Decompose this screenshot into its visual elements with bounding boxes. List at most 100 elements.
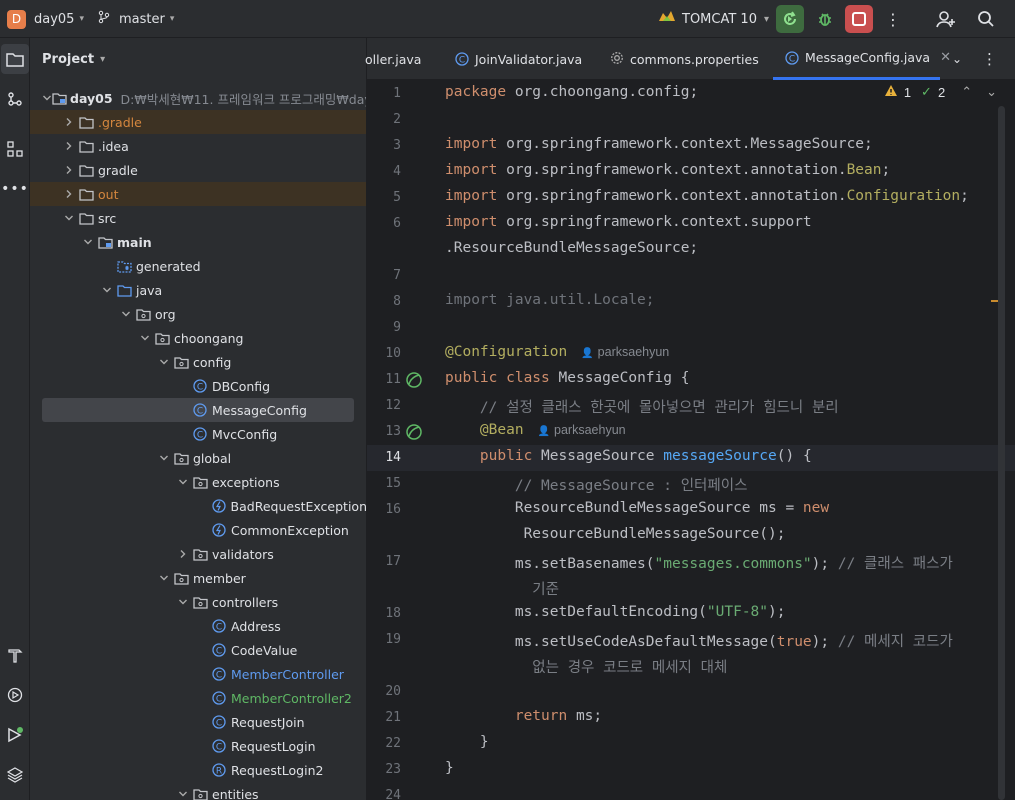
tab-commons-properties[interactable]: commons.properties: [610, 38, 759, 80]
project-tool-button[interactable]: [1, 44, 29, 74]
run-tool-button[interactable]: [0, 720, 30, 750]
commit-tool-button[interactable]: [0, 84, 30, 114]
inspection-widget[interactable]: 1 ✓ 2 ⌃ ⌄: [884, 84, 997, 100]
tree-item-validators[interactable]: validators: [30, 542, 366, 566]
class-icon: C: [191, 402, 209, 418]
chevron-down-icon[interactable]: [80, 237, 96, 247]
code-token: @Configuration: [445, 344, 568, 360]
tree-item-org[interactable]: org: [30, 302, 366, 326]
code-author-hint[interactable]: 👤 parksaehyun: [581, 345, 669, 359]
chevron-down-icon[interactable]: [99, 285, 115, 295]
editor-more-button[interactable]: ⋮: [982, 38, 997, 80]
code-token: );: [811, 634, 838, 650]
chevron-right-icon[interactable]: [61, 117, 77, 127]
chevron-down-icon[interactable]: [156, 573, 172, 583]
tree-item-commonexception[interactable]: CommonException: [30, 518, 366, 542]
debug-button[interactable]: [811, 5, 839, 33]
tree-item-gradle[interactable]: .gradle: [30, 110, 366, 134]
tree-item-main[interactable]: main: [30, 230, 366, 254]
tree-item-requestlogin2[interactable]: R RequestLogin2: [30, 758, 366, 782]
add-user-button[interactable]: [932, 5, 960, 33]
tree-item-entities[interactable]: entities: [30, 782, 366, 800]
chevron-down-icon[interactable]: [118, 309, 134, 319]
chevron-down-icon[interactable]: [175, 477, 191, 487]
services-tool-button[interactable]: [0, 680, 30, 710]
tree-item-controllers[interactable]: controllers: [30, 590, 366, 614]
spring-bean-icon[interactable]: [403, 421, 425, 443]
tree-item-gradle[interactable]: gradle: [30, 158, 366, 182]
tree-item-label: src: [98, 210, 117, 226]
tree-item-address[interactable]: C Address: [30, 614, 366, 638]
tree-item-mvcconfig[interactable]: C MvcConfig: [30, 422, 366, 446]
more-actions-button[interactable]: ⋮: [879, 5, 907, 33]
stop-button[interactable]: [845, 5, 873, 33]
code-token: import: [445, 136, 507, 152]
chevron-down-icon[interactable]: ⌄: [986, 84, 997, 100]
tree-item-badrequestexception[interactable]: BadRequestException: [30, 494, 366, 518]
search-everywhere-button[interactable]: [972, 5, 1000, 33]
line-number: 19: [385, 632, 401, 647]
class-icon: C: [455, 52, 469, 66]
code-token: // MessageSource : 인터페이스: [445, 478, 748, 494]
class-icon: C: [210, 690, 228, 706]
tree-item-src[interactable]: src: [30, 206, 366, 230]
tree-item-java[interactable]: java: [30, 278, 366, 302]
tree-item-config[interactable]: config: [30, 350, 366, 374]
code-author-hint[interactable]: 👤 parksaehyun: [538, 423, 626, 437]
tree-item-messageconfig[interactable]: C MessageConfig: [30, 398, 366, 422]
tree-item-membercontroller2[interactable]: C MemberController2: [30, 686, 366, 710]
tree-item-requestjoin[interactable]: C RequestJoin: [30, 710, 366, 734]
chevron-up-icon[interactable]: ⌃: [961, 84, 972, 100]
structure-tool-button[interactable]: [0, 134, 30, 164]
chevron-right-icon[interactable]: [61, 189, 77, 199]
chevron-right-icon[interactable]: [61, 165, 77, 175]
tree-item-choongang[interactable]: choongang: [30, 326, 366, 350]
run-config-selector[interactable]: TOMCAT 10 ▾: [657, 0, 769, 38]
more-tools-button[interactable]: •••: [0, 174, 30, 204]
tree-item-day05[interactable]: day05 D:₩박세현₩11. 프레임워크 프로그래밍₩day05: [30, 86, 366, 110]
chevron-down-icon[interactable]: [175, 597, 191, 607]
project-view-selector[interactable]: Project ▾: [42, 52, 105, 67]
code-editor[interactable]: 1 ✓ 2 ⌃ ⌄ 1 package org.choongang.config;…: [367, 80, 1015, 800]
exception-class-icon: [210, 498, 228, 514]
tab-message-config[interactable]: C MessageConfig.java ✕: [773, 38, 951, 80]
tree-item-membercontroller[interactable]: C MemberController: [30, 662, 366, 686]
code-line: import org.springframework.context.Messa…: [445, 136, 873, 152]
build-tool-button[interactable]: [0, 640, 30, 670]
rerun-button[interactable]: [776, 5, 804, 33]
code-token: .ResourceBundleMessageSource;: [445, 240, 699, 256]
tree-item-codevalue[interactable]: C CodeValue: [30, 638, 366, 662]
chevron-down-icon[interactable]: [175, 789, 191, 799]
code-line: // MessageSource : 인터페이스: [445, 474, 748, 495]
more-vertical-icon: ⋮: [885, 9, 901, 29]
chevron-down-icon[interactable]: [156, 357, 172, 367]
line-number: 7: [393, 268, 401, 283]
chevron-down-icon[interactable]: [137, 333, 153, 343]
spring-bean-icon[interactable]: [403, 369, 425, 391]
tree-item-requestlogin[interactable]: C RequestLogin: [30, 734, 366, 758]
branch-switcher[interactable]: master ▾: [97, 0, 174, 38]
warning-count: 1: [903, 84, 912, 100]
tree-item-member[interactable]: member: [30, 566, 366, 590]
tab-join-validator[interactable]: C JoinValidator.java: [455, 38, 582, 80]
tree-item-out[interactable]: out: [30, 182, 366, 206]
chevron-down-icon[interactable]: [42, 93, 52, 103]
code-line: return ms;: [445, 708, 602, 724]
chevron-right-icon[interactable]: [61, 141, 77, 151]
layers-tool-button[interactable]: [0, 760, 30, 790]
svg-text:C: C: [216, 671, 222, 681]
tree-item-exceptions[interactable]: exceptions: [30, 470, 366, 494]
tree-item-generated[interactable]: generated: [30, 254, 366, 278]
editor-scrollbar[interactable]: [998, 106, 1005, 800]
tree-item-dbconfig[interactable]: C DBConfig: [30, 374, 366, 398]
chevron-down-icon[interactable]: [61, 213, 77, 223]
chevron-right-icon[interactable]: [175, 549, 191, 559]
tree-item-idea[interactable]: .idea: [30, 134, 366, 158]
project-switcher[interactable]: D day05 ▾: [7, 0, 84, 38]
tab-list-button[interactable]: ⌄: [952, 38, 962, 80]
tab-member-controller[interactable]: oller.java: [365, 38, 421, 80]
tree-item-global[interactable]: global: [30, 446, 366, 470]
chevron-down-icon[interactable]: [156, 453, 172, 463]
code-token: package: [445, 84, 515, 100]
close-icon[interactable]: ✕: [940, 50, 951, 65]
